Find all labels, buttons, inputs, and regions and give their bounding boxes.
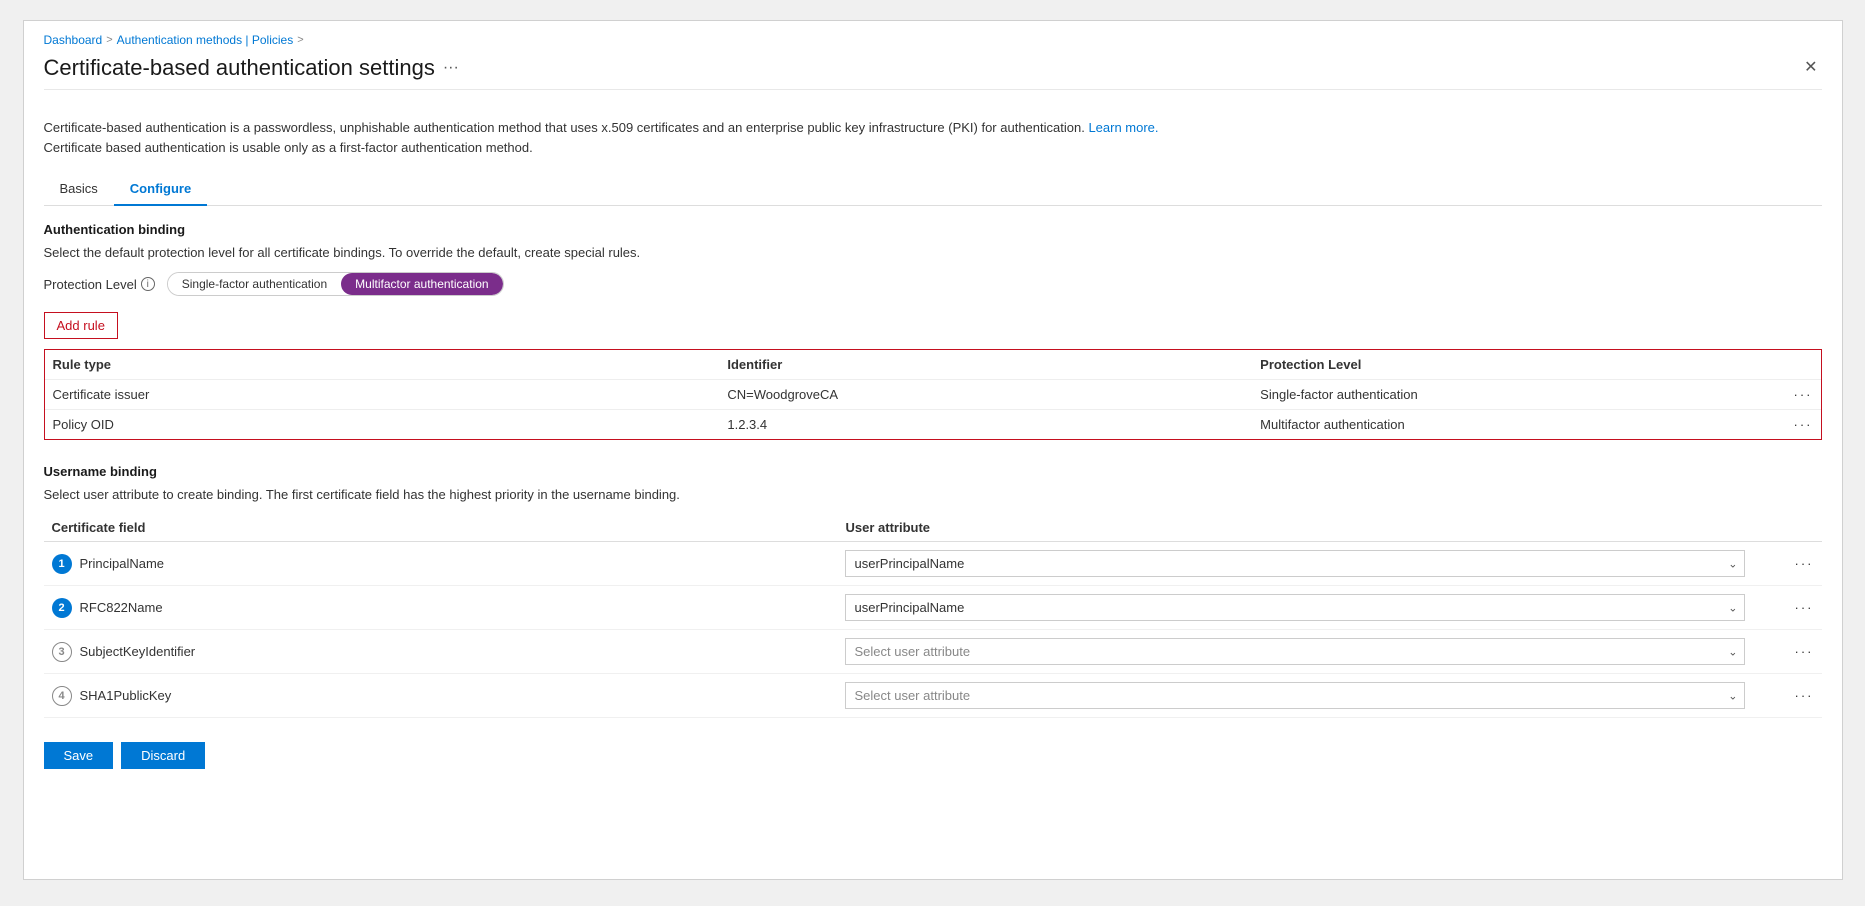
tab-configure[interactable]: Configure bbox=[114, 173, 207, 206]
col-header-actions bbox=[1749, 350, 1820, 380]
select-container-2: Select user attribute ⌄ bbox=[845, 638, 1745, 665]
cert-field-cell-2: 3 SubjectKeyIdentifier bbox=[44, 630, 838, 674]
username-binding-desc: Select user attribute to create binding.… bbox=[44, 487, 1822, 502]
page-title-container: Certificate-based authentication setting… bbox=[44, 55, 459, 81]
select-container-0: userPrincipalName ⌄ bbox=[845, 550, 1745, 577]
rule-actions-cell[interactable]: ··· bbox=[1749, 410, 1820, 440]
user-attr-cell-0: userPrincipalName ⌄ bbox=[837, 542, 1753, 586]
cert-field-cell-3: 4 SHA1PublicKey bbox=[44, 674, 838, 718]
user-binding-table: Certificate field User attribute 1 Princ… bbox=[44, 514, 1822, 718]
breadcrumb-sep1: > bbox=[106, 34, 112, 46]
col-header-protection: Protection Level bbox=[1252, 350, 1749, 380]
user-attr-select-1[interactable]: userPrincipalName bbox=[845, 594, 1745, 621]
rule-protection-cell: Single-factor authentication bbox=[1252, 380, 1749, 410]
title-row: Certificate-based authentication setting… bbox=[44, 55, 1822, 81]
rules-table-body: Certificate issuer CN=WoodgroveCA Single… bbox=[45, 380, 1821, 440]
rule-type-cell: Certificate issuer bbox=[45, 380, 720, 410]
col-header-cert-field: Certificate field bbox=[44, 514, 838, 542]
cert-field-name-1: RFC822Name bbox=[80, 600, 163, 615]
col-header-user-attr: User attribute bbox=[837, 514, 1753, 542]
info-icon[interactable]: i bbox=[141, 277, 155, 291]
description-line2: Certificate based authentication is usab… bbox=[44, 140, 533, 155]
header-divider bbox=[44, 89, 1822, 90]
protection-label: Protection Level i bbox=[44, 277, 155, 292]
select-container-1: userPrincipalName ⌄ bbox=[845, 594, 1745, 621]
username-binding-section: Username binding Select user attribute t… bbox=[44, 464, 1822, 718]
main-panel: Dashboard > Authentication methods | Pol… bbox=[23, 20, 1843, 880]
cert-field-cell-0: 1 PrincipalName bbox=[44, 542, 838, 586]
col-header-rule-type: Rule type bbox=[45, 350, 720, 380]
breadcrumb-sep2: > bbox=[297, 34, 303, 46]
number-badge-1: 2 bbox=[52, 598, 72, 618]
description-block: Certificate-based authentication is a pa… bbox=[44, 118, 1822, 157]
breadcrumb: Dashboard > Authentication methods | Pol… bbox=[44, 33, 1822, 47]
select-wrapper-2: Select user attribute ⌄ bbox=[845, 638, 1745, 665]
add-rule-button[interactable]: Add rule bbox=[44, 312, 118, 339]
rule-row: Certificate issuer CN=WoodgroveCA Single… bbox=[45, 380, 1821, 410]
user-attr-cell-2: Select user attribute ⌄ bbox=[837, 630, 1753, 674]
breadcrumb-auth-methods[interactable]: Authentication methods | Policies bbox=[117, 33, 294, 47]
rule-protection-cell: Multifactor authentication bbox=[1252, 410, 1749, 440]
user-bindings-body: 1 PrincipalName userPrincipalName ⌄ ··· … bbox=[44, 542, 1822, 718]
tab-basics[interactable]: Basics bbox=[44, 173, 114, 206]
binding-row: 4 SHA1PublicKey Select user attribute ⌄ … bbox=[44, 674, 1822, 718]
protection-level-text: Protection Level bbox=[44, 277, 137, 292]
user-attr-select-2[interactable]: Select user attribute bbox=[845, 638, 1745, 665]
binding-actions-cell-2[interactable]: ··· bbox=[1753, 630, 1821, 674]
toggle-single-factor[interactable]: Single-factor authentication bbox=[168, 273, 341, 295]
description-line1: Certificate-based authentication is a pa… bbox=[44, 120, 1085, 135]
auth-binding-title: Authentication binding bbox=[44, 222, 1822, 237]
binding-actions-cell-3[interactable]: ··· bbox=[1753, 674, 1821, 718]
binding-row: 1 PrincipalName userPrincipalName ⌄ ··· bbox=[44, 542, 1822, 586]
learn-more-link[interactable]: Learn more. bbox=[1088, 120, 1158, 135]
cert-field-name-3: SHA1PublicKey bbox=[80, 688, 172, 703]
select-wrapper-0: userPrincipalName ⌄ bbox=[845, 550, 1745, 577]
protection-level-row: Protection Level i Single-factor authent… bbox=[44, 272, 1822, 296]
binding-row: 3 SubjectKeyIdentifier Select user attri… bbox=[44, 630, 1822, 674]
binding-row: 2 RFC822Name userPrincipalName ⌄ ··· bbox=[44, 586, 1822, 630]
binding-actions-cell-1[interactable]: ··· bbox=[1753, 586, 1821, 630]
username-binding-title: Username binding bbox=[44, 464, 1822, 479]
number-badge-2: 3 bbox=[52, 642, 72, 662]
cert-field-name-2: SubjectKeyIdentifier bbox=[80, 644, 196, 659]
auth-binding-desc: Select the default protection level for … bbox=[44, 245, 1822, 260]
rules-table-header-row: Rule type Identifier Protection Level bbox=[45, 350, 1821, 380]
user-attr-cell-1: userPrincipalName ⌄ bbox=[837, 586, 1753, 630]
save-button[interactable]: Save bbox=[44, 742, 114, 769]
toggle-multifactor[interactable]: Multifactor authentication bbox=[341, 273, 502, 295]
page-title: Certificate-based authentication setting… bbox=[44, 55, 435, 81]
rule-actions-cell[interactable]: ··· bbox=[1749, 380, 1820, 410]
title-more-icon[interactable]: ··· bbox=[443, 59, 459, 77]
number-badge-0: 1 bbox=[52, 554, 72, 574]
binding-actions-cell-0[interactable]: ··· bbox=[1753, 542, 1821, 586]
panel-body: Certificate-based authentication is a pa… bbox=[24, 106, 1842, 789]
rules-table: Rule type Identifier Protection Level Ce… bbox=[45, 350, 1821, 439]
user-attr-cell-3: Select user attribute ⌄ bbox=[837, 674, 1753, 718]
rule-identifier-cell: 1.2.3.4 bbox=[719, 410, 1252, 440]
col-header-user-actions bbox=[1753, 514, 1821, 542]
discard-button[interactable]: Discard bbox=[121, 742, 205, 769]
rule-row: Policy OID 1.2.3.4 Multifactor authentic… bbox=[45, 410, 1821, 440]
auth-binding-section: Authentication binding Select the defaul… bbox=[44, 222, 1822, 440]
select-container-3: Select user attribute ⌄ bbox=[845, 682, 1745, 709]
user-binding-header-row: Certificate field User attribute bbox=[44, 514, 1822, 542]
user-attr-select-3[interactable]: Select user attribute bbox=[845, 682, 1745, 709]
tab-bar: Basics Configure bbox=[44, 173, 1822, 206]
select-wrapper-3: Select user attribute ⌄ bbox=[845, 682, 1745, 709]
col-header-identifier: Identifier bbox=[719, 350, 1252, 380]
breadcrumb-dashboard[interactable]: Dashboard bbox=[44, 33, 103, 47]
rules-table-wrapper: Rule type Identifier Protection Level Ce… bbox=[44, 349, 1822, 440]
number-badge-3: 4 bbox=[52, 686, 72, 706]
rule-identifier-cell: CN=WoodgroveCA bbox=[719, 380, 1252, 410]
user-attr-select-0[interactable]: userPrincipalName bbox=[845, 550, 1745, 577]
footer-actions: Save Discard bbox=[44, 742, 1822, 769]
close-button[interactable]: ✕ bbox=[1800, 56, 1821, 80]
select-wrapper-1: userPrincipalName ⌄ bbox=[845, 594, 1745, 621]
panel-header: Dashboard > Authentication methods | Pol… bbox=[24, 21, 1842, 106]
cert-field-cell-1: 2 RFC822Name bbox=[44, 586, 838, 630]
cert-field-name-0: PrincipalName bbox=[80, 556, 165, 571]
toggle-group: Single-factor authentication Multifactor… bbox=[167, 272, 504, 296]
rule-type-cell: Policy OID bbox=[45, 410, 720, 440]
